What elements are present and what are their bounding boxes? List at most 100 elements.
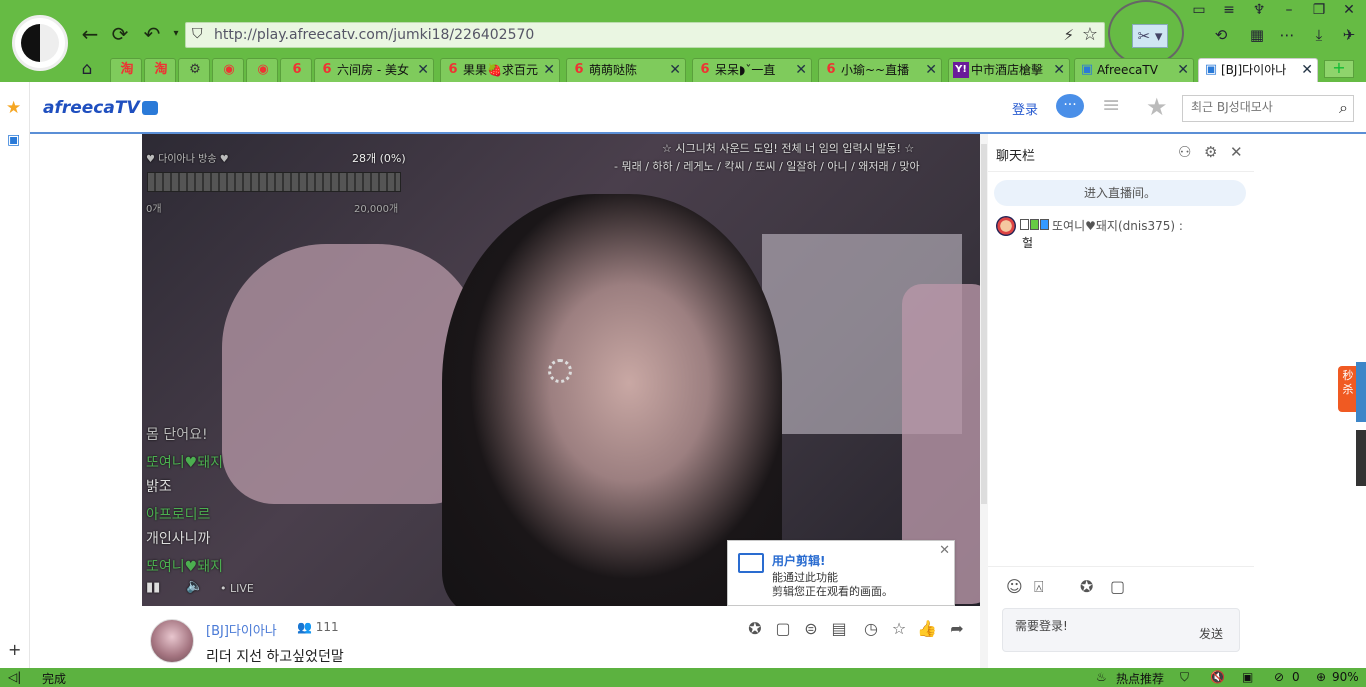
tab-afreeca-active[interactable]: ▣ [BJ]다이아나 ✕ xyxy=(1198,58,1318,82)
close-tab-icon[interactable]: ✕ xyxy=(669,59,681,81)
tooltip-title: 用户剪辑! xyxy=(772,554,826,568)
close-tab-icon[interactable]: ✕ xyxy=(543,59,555,81)
tab-six-4[interactable]: 6 萌萌哒陈 ✕ xyxy=(566,58,686,82)
tab-afreeca-1[interactable]: ▣ AfreecaTV ✕ xyxy=(1074,58,1194,82)
badge-icon[interactable]: ✪ xyxy=(744,618,766,640)
zoom-icon[interactable]: ⊕ xyxy=(1316,670,1326,684)
badge-icon[interactable]: ✪ xyxy=(1080,577,1093,596)
sidebar-collapse-icon[interactable]: ◁| xyxy=(8,670,21,684)
restore-icon[interactable]: ❐ xyxy=(1308,2,1330,20)
bookmark-star-icon[interactable]: ☆ xyxy=(1082,24,1098,45)
tab-six-3[interactable]: 6 果果🍓求百元 ✕ xyxy=(440,58,560,82)
afreeca-icon: ▣ xyxy=(1204,62,1218,77)
side-scroll-handle[interactable] xyxy=(1356,430,1366,486)
scrollbar-thumb[interactable] xyxy=(981,144,987,504)
page-scrollbar[interactable] xyxy=(980,134,988,668)
tab-six-2[interactable]: 6 六间房 - 美女 ✕ xyxy=(314,58,434,82)
tab-label: AfreecaTV xyxy=(1097,63,1158,77)
search-box[interactable]: ⌕ xyxy=(1182,95,1354,122)
refresh-icon[interactable]: ⟳ xyxy=(108,22,132,46)
tab-six-1[interactable]: 6 xyxy=(280,58,312,82)
mute-icon[interactable]: 🔇 xyxy=(1210,670,1225,684)
sticker-icon[interactable]: ▢ xyxy=(1110,577,1125,596)
goal-min: 0개 xyxy=(146,204,162,215)
favorites-star-icon[interactable]: ★ xyxy=(6,98,21,118)
play-pause-icon[interactable]: ▮▮ xyxy=(146,580,160,595)
chat-input[interactable]: 需要登录! 发送 xyxy=(1002,608,1240,652)
overlay-chat-line: 아프로디르 xyxy=(146,507,211,523)
more-icon[interactable]: ⋯ xyxy=(1276,26,1298,46)
close-tab-icon[interactable]: ✕ xyxy=(417,59,429,81)
close-tab-icon[interactable]: ✕ xyxy=(1177,59,1189,81)
side-handle[interactable] xyxy=(1356,362,1366,422)
block-icon[interactable]: ⊘ xyxy=(1274,670,1284,684)
favorite-icon[interactable]: ☆ xyxy=(888,618,910,640)
close-tab-icon[interactable]: ✕ xyxy=(1301,59,1313,81)
sticker-icon[interactable]: ▢ xyxy=(772,618,794,640)
zoom-level[interactable]: 90% xyxy=(1332,670,1359,684)
user-list-icon[interactable]: ⚇ xyxy=(1178,143,1191,161)
gear-icon[interactable]: ⚙ xyxy=(1204,143,1217,161)
skin-icon[interactable]: ♆ xyxy=(1248,2,1270,20)
clip-icon[interactable]: ▤ xyxy=(828,618,850,640)
hot-recommend-icon[interactable]: ♨ xyxy=(1096,670,1107,684)
hot-recommend[interactable]: 热点推荐 xyxy=(1116,670,1164,687)
goal-title: ♥ 다이아나 방송 ♥ xyxy=(146,154,229,165)
close-window-icon[interactable]: ✕ xyxy=(1338,2,1360,20)
live-indicator: • LIVE xyxy=(220,582,254,595)
tab-settings[interactable]: ⚙ xyxy=(178,58,210,82)
site-logo[interactable]: afreecaTV xyxy=(43,98,158,118)
timer-icon[interactable]: ◷ xyxy=(860,618,882,640)
hamburger-menu-icon[interactable]: ≡ xyxy=(1102,95,1120,117)
overlay-subtitle: - 뭐래 / 하하 / 레게노 / 칵씨 / 또씨 / 일잘하 / 아니 / 왜… xyxy=(614,160,920,173)
close-tab-icon[interactable]: ✕ xyxy=(1053,59,1065,81)
chat-bubble-icon[interactable]: ··· xyxy=(1056,94,1084,118)
send-button[interactable]: 发送 xyxy=(1199,625,1223,642)
flash-sale-badge[interactable]: 秒杀 xyxy=(1338,366,1358,412)
video-player[interactable]: ☆ 시그니처 사운드 도입! 전체 너 임의 입력시 발동! ☆ - 뭐래 / … xyxy=(142,134,980,606)
minimize-icon[interactable]: – xyxy=(1278,2,1300,20)
bj-avatar[interactable] xyxy=(150,619,194,663)
sync-icon[interactable]: ⟲ xyxy=(1210,26,1232,46)
back-icon[interactable]: ← xyxy=(78,22,102,46)
close-icon[interactable]: ✕ xyxy=(1230,143,1243,161)
thumbs-up-icon[interactable]: 👍 xyxy=(916,618,938,640)
calculator-icon[interactable]: ▦ xyxy=(1246,26,1268,46)
browser-sidebar: ★ ▣ + xyxy=(0,82,30,668)
favorite-star-icon[interactable]: ★ xyxy=(1146,93,1168,121)
login-link[interactable]: 登录 xyxy=(1012,99,1038,118)
close-tooltip-icon[interactable]: ✕ xyxy=(939,543,950,558)
download-icon[interactable]: ⤓ xyxy=(1308,26,1330,46)
address-bar[interactable]: ⛉ http://play.afreecatv.com/jumki18/2264… xyxy=(185,22,1105,48)
close-tab-icon[interactable]: ✕ xyxy=(925,59,937,81)
bell-icon[interactable]: ⍓ xyxy=(1034,577,1044,597)
undo-icon[interactable]: ↶ xyxy=(140,22,164,46)
add-sidebar-icon[interactable]: + xyxy=(8,640,21,659)
search-input[interactable] xyxy=(1191,100,1321,114)
security-icon[interactable]: ⛉ xyxy=(1180,670,1189,685)
tab-weibo-2[interactable]: ◉ xyxy=(246,58,278,82)
gift-icon[interactable]: ⊜ xyxy=(800,618,822,640)
sidebar-toggle-icon[interactable]: ▭ xyxy=(1188,2,1210,20)
tab-taobao-2[interactable]: 淘 xyxy=(144,58,176,82)
tab-six-6[interactable]: 6 小瑜~~直播 ✕ xyxy=(818,58,942,82)
share-icon[interactable]: ➦ xyxy=(946,618,968,640)
tools-icon[interactable]: ✈ xyxy=(1338,26,1360,46)
lightning-icon[interactable]: ⚡ xyxy=(1063,26,1074,44)
chat-username[interactable]: 또여니♥돼지(dnis375) : xyxy=(1052,217,1183,234)
scissors-icon[interactable]: ✂ ▾ xyxy=(1132,24,1168,48)
tab-yahoo[interactable]: Y! 中市酒店槍擊 ✕ xyxy=(948,58,1070,82)
screen-icon[interactable]: ▣ xyxy=(7,132,20,148)
tab-taobao-1[interactable]: 淘 xyxy=(110,58,142,82)
emoji-icon[interactable]: ☺ xyxy=(1006,577,1023,596)
url-text[interactable]: http://play.afreecatv.com/jumki18/226402… xyxy=(214,27,534,43)
new-tab-button[interactable]: + xyxy=(1324,60,1354,78)
menu-icon[interactable]: ≡ xyxy=(1218,2,1240,20)
volume-icon[interactable]: 🔈 xyxy=(186,578,203,594)
bj-name-link[interactable]: [BJ]다이아나 xyxy=(206,620,277,639)
close-tab-icon[interactable]: ✕ xyxy=(795,59,807,81)
tab-six-5[interactable]: 6 呆呆◗ˇ一直 ✕ xyxy=(692,58,812,82)
tab-weibo-1[interactable]: ◉ xyxy=(212,58,244,82)
window-icon[interactable]: ▣ xyxy=(1242,670,1253,684)
search-icon[interactable]: ⌕ xyxy=(1339,98,1348,118)
